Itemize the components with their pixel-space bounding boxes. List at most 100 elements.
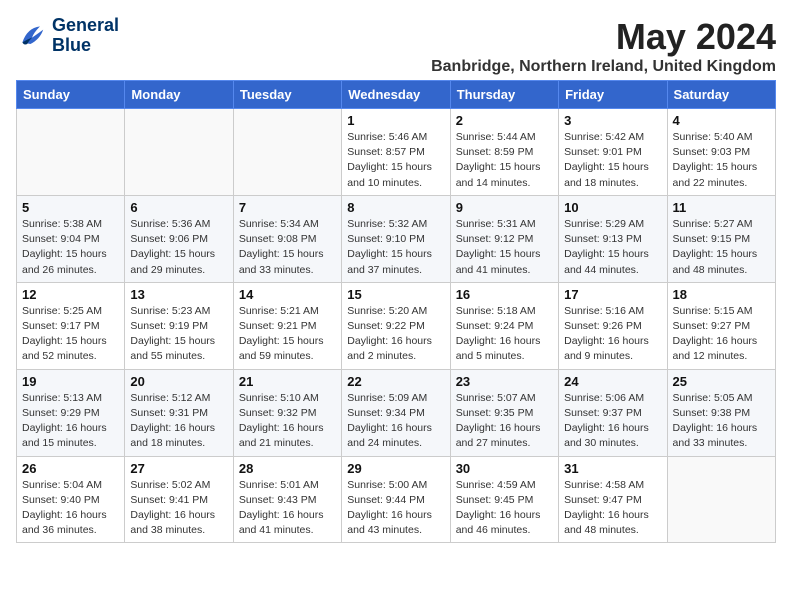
cell-day-number: 28 xyxy=(239,461,336,476)
cell-info: Sunrise: 5:06 AMSunset: 9:37 PMDaylight:… xyxy=(564,391,661,452)
calendar-cell: 19Sunrise: 5:13 AMSunset: 9:29 PMDayligh… xyxy=(17,369,125,456)
location-subtitle: Banbridge, Northern Ireland, United King… xyxy=(431,58,776,76)
day-header-sunday: Sunday xyxy=(17,81,125,109)
calendar-cell: 2 Sunrise: 5:44 AMSunset: 8:59 PMDaylight… xyxy=(450,109,558,196)
calendar-week-2: 5 Sunrise: 5:38 AMSunset: 9:04 PMDaylight… xyxy=(17,195,776,282)
cell-info: Sunrise: 5:40 AMSunset: 9:03 PMDaylight:… xyxy=(673,130,770,191)
cell-day-number: 26 xyxy=(22,461,119,476)
calendar-week-5: 26 Sunrise: 5:04 AMSunset: 9:40 PMDayligh… xyxy=(17,456,776,543)
calendar-cell: 30 Sunrise: 4:59 AMSunset: 9:45 PMDayligh… xyxy=(450,456,558,543)
day-header-tuesday: Tuesday xyxy=(233,81,341,109)
cell-info: Sunrise: 5:12 AMSunset: 9:31 PMDaylight:… xyxy=(130,391,227,452)
day-header-saturday: Saturday xyxy=(667,81,775,109)
cell-info: Sunrise: 5:32 AMSunset: 9:10 PMDaylight:… xyxy=(347,217,444,278)
calendar-cell: 22 Sunrise: 5:09 AMSunset: 9:34 PMDayligh… xyxy=(342,369,450,456)
cell-day-number: 23 xyxy=(456,374,553,389)
day-header-thursday: Thursday xyxy=(450,81,558,109)
logo-text: General Blue xyxy=(52,16,119,56)
cell-day-number: 19 xyxy=(22,374,119,389)
calendar-cell: 17Sunrise: 5:16 AMSunset: 9:26 PMDayligh… xyxy=(559,282,667,369)
calendar-cell xyxy=(233,109,341,196)
calendar-cell: 24 Sunrise: 5:06 AMSunset: 9:37 PMDayligh… xyxy=(559,369,667,456)
cell-day-number: 14 xyxy=(239,287,336,302)
days-header-row: SundayMondayTuesdayWednesdayThursdayFrid… xyxy=(17,81,776,109)
cell-info: Sunrise: 5:25 AMSunset: 9:17 PMDaylight:… xyxy=(22,304,119,365)
cell-info: Sunrise: 5:02 AMSunset: 9:41 PMDaylight:… xyxy=(130,478,227,539)
calendar-cell: 31 Sunrise: 4:58 AMSunset: 9:47 PMDayligh… xyxy=(559,456,667,543)
calendar-cell: 16Sunrise: 5:18 AMSunset: 9:24 PMDayligh… xyxy=(450,282,558,369)
cell-day-number: 1 xyxy=(347,113,444,128)
cell-day-number: 20 xyxy=(130,374,227,389)
cell-info: Sunrise: 5:00 AMSunset: 9:44 PMDaylight:… xyxy=(347,478,444,539)
cell-info: Sunrise: 5:29 AMSunset: 9:13 PMDaylight:… xyxy=(564,217,661,278)
cell-info: Sunrise: 4:58 AMSunset: 9:47 PMDaylight:… xyxy=(564,478,661,539)
calendar-week-3: 12Sunrise: 5:25 AMSunset: 9:17 PMDayligh… xyxy=(17,282,776,369)
day-header-friday: Friday xyxy=(559,81,667,109)
day-header-monday: Monday xyxy=(125,81,233,109)
cell-info: Sunrise: 5:07 AMSunset: 9:35 PMDaylight:… xyxy=(456,391,553,452)
cell-day-number: 24 xyxy=(564,374,661,389)
cell-day-number: 25 xyxy=(673,374,770,389)
cell-day-number: 7 xyxy=(239,200,336,215)
logo: General Blue xyxy=(16,16,119,56)
cell-info: Sunrise: 5:09 AMSunset: 9:34 PMDaylight:… xyxy=(347,391,444,452)
calendar-cell: 28 Sunrise: 5:01 AMSunset: 9:43 PMDayligh… xyxy=(233,456,341,543)
cell-info: Sunrise: 5:05 AMSunset: 9:38 PMDaylight:… xyxy=(673,391,770,452)
calendar-cell: 4 Sunrise: 5:40 AMSunset: 9:03 PMDaylight… xyxy=(667,109,775,196)
cell-info: Sunrise: 5:23 AMSunset: 9:19 PMDaylight:… xyxy=(130,304,227,365)
calendar-week-1: 1 Sunrise: 5:46 AMSunset: 8:57 PMDaylight… xyxy=(17,109,776,196)
cell-info: Sunrise: 5:36 AMSunset: 9:06 PMDaylight:… xyxy=(130,217,227,278)
cell-day-number: 29 xyxy=(347,461,444,476)
cell-day-number: 22 xyxy=(347,374,444,389)
calendar-cell: 12Sunrise: 5:25 AMSunset: 9:17 PMDayligh… xyxy=(17,282,125,369)
cell-day-number: 13 xyxy=(130,287,227,302)
cell-info: Sunrise: 5:01 AMSunset: 9:43 PMDaylight:… xyxy=(239,478,336,539)
calendar-cell: 10 Sunrise: 5:29 AMSunset: 9:13 PMDayligh… xyxy=(559,195,667,282)
cell-day-number: 18 xyxy=(673,287,770,302)
cell-day-number: 10 xyxy=(564,200,661,215)
title-area: May 2024 Banbridge, Northern Ireland, Un… xyxy=(431,16,776,76)
cell-day-number: 4 xyxy=(673,113,770,128)
cell-day-number: 27 xyxy=(130,461,227,476)
calendar-cell: 18 Sunrise: 5:15 AMSunset: 9:27 PMDayligh… xyxy=(667,282,775,369)
cell-info: Sunrise: 5:15 AMSunset: 9:27 PMDaylight:… xyxy=(673,304,770,365)
calendar-cell: 7 Sunrise: 5:34 AMSunset: 9:08 PMDaylight… xyxy=(233,195,341,282)
calendar-cell: 23 Sunrise: 5:07 AMSunset: 9:35 PMDayligh… xyxy=(450,369,558,456)
cell-day-number: 8 xyxy=(347,200,444,215)
cell-day-number: 2 xyxy=(456,113,553,128)
cell-info: Sunrise: 5:44 AMSunset: 8:59 PMDaylight:… xyxy=(456,130,553,191)
cell-info: Sunrise: 5:42 AMSunset: 9:01 PMDaylight:… xyxy=(564,130,661,191)
cell-info: Sunrise: 5:38 AMSunset: 9:04 PMDaylight:… xyxy=(22,217,119,278)
calendar-cell: 27 Sunrise: 5:02 AMSunset: 9:41 PMDayligh… xyxy=(125,456,233,543)
cell-day-number: 9 xyxy=(456,200,553,215)
calendar-cell: 5 Sunrise: 5:38 AMSunset: 9:04 PMDaylight… xyxy=(17,195,125,282)
cell-info: Sunrise: 5:20 AMSunset: 9:22 PMDaylight:… xyxy=(347,304,444,365)
cell-info: Sunrise: 4:59 AMSunset: 9:45 PMDaylight:… xyxy=(456,478,553,539)
cell-day-number: 31 xyxy=(564,461,661,476)
cell-day-number: 5 xyxy=(22,200,119,215)
calendar-cell: 14 Sunrise: 5:21 AMSunset: 9:21 PMDayligh… xyxy=(233,282,341,369)
calendar-body: 1 Sunrise: 5:46 AMSunset: 8:57 PMDaylight… xyxy=(17,109,776,543)
calendar-table: SundayMondayTuesdayWednesdayThursdayFrid… xyxy=(16,80,776,543)
calendar-cell: 11Sunrise: 5:27 AMSunset: 9:15 PMDayligh… xyxy=(667,195,775,282)
cell-info: Sunrise: 5:34 AMSunset: 9:08 PMDaylight:… xyxy=(239,217,336,278)
calendar-cell: 3Sunrise: 5:42 AMSunset: 9:01 PMDaylight… xyxy=(559,109,667,196)
calendar-cell xyxy=(667,456,775,543)
cell-day-number: 21 xyxy=(239,374,336,389)
cell-info: Sunrise: 5:16 AMSunset: 9:26 PMDaylight:… xyxy=(564,304,661,365)
cell-info: Sunrise: 5:31 AMSunset: 9:12 PMDaylight:… xyxy=(456,217,553,278)
cell-info: Sunrise: 5:18 AMSunset: 9:24 PMDaylight:… xyxy=(456,304,553,365)
calendar-cell xyxy=(17,109,125,196)
cell-info: Sunrise: 5:46 AMSunset: 8:57 PMDaylight:… xyxy=(347,130,444,191)
cell-info: Sunrise: 5:21 AMSunset: 9:21 PMDaylight:… xyxy=(239,304,336,365)
calendar-cell: 21Sunrise: 5:10 AMSunset: 9:32 PMDayligh… xyxy=(233,369,341,456)
calendar-cell: 13 Sunrise: 5:23 AMSunset: 9:19 PMDayligh… xyxy=(125,282,233,369)
cell-day-number: 30 xyxy=(456,461,553,476)
logo-icon xyxy=(16,20,48,52)
cell-day-number: 6 xyxy=(130,200,227,215)
calendar-cell xyxy=(125,109,233,196)
day-header-wednesday: Wednesday xyxy=(342,81,450,109)
calendar-cell: 6 Sunrise: 5:36 AMSunset: 9:06 PMDaylight… xyxy=(125,195,233,282)
calendar-cell: 9 Sunrise: 5:31 AMSunset: 9:12 PMDaylight… xyxy=(450,195,558,282)
cell-info: Sunrise: 5:04 AMSunset: 9:40 PMDaylight:… xyxy=(22,478,119,539)
